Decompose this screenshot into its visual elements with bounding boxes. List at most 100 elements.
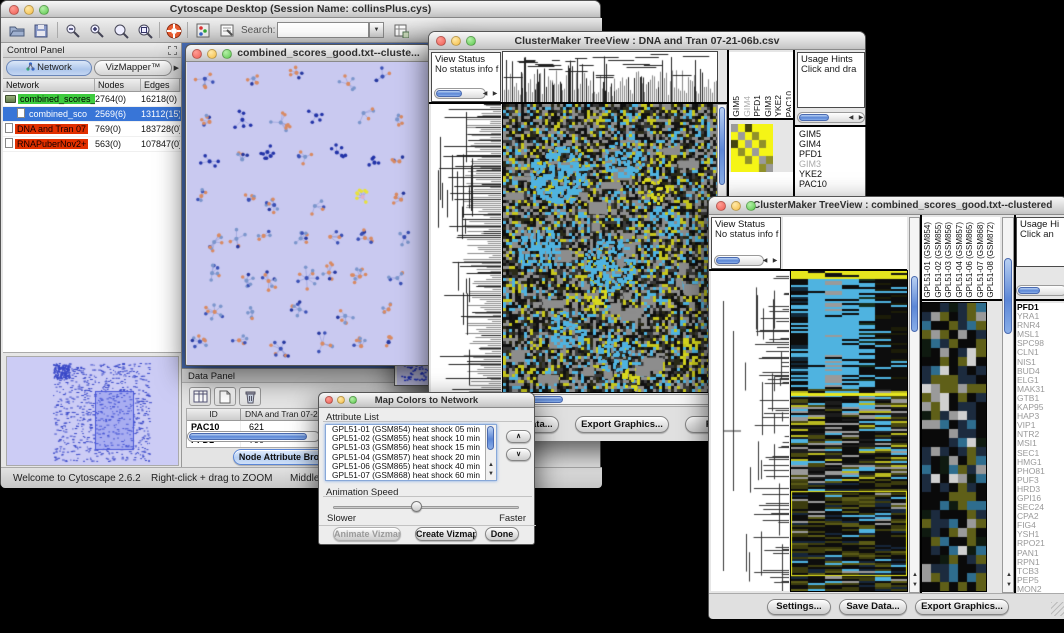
animation-speed-slider-track[interactable] bbox=[333, 506, 519, 509]
new-attribute-icon[interactable] bbox=[214, 387, 236, 406]
attribute-list-item[interactable]: GPL51-07 (GSM868) heat shock 60 min bbox=[329, 471, 496, 480]
close-button[interactable] bbox=[325, 396, 333, 404]
column-label[interactable]: GPL51-01 (GSM854) bbox=[923, 222, 934, 298]
help-lifering-icon[interactable] bbox=[164, 21, 184, 40]
row-label[interactable]: GIM4 bbox=[799, 139, 859, 149]
usage-hints-scrollbar[interactable]: ◀ ▶ bbox=[797, 112, 865, 123]
treeview2-titlebar[interactable]: ClusterMaker TreeView : combined_scores_… bbox=[709, 197, 1064, 215]
column-label[interactable]: YKE2 bbox=[773, 95, 784, 117]
float-panel-icon[interactable] bbox=[168, 46, 177, 55]
attr-col-id[interactable]: ID bbox=[187, 409, 241, 420]
scroll-left-arrow[interactable]: ◀ bbox=[760, 257, 770, 266]
minimize-button[interactable] bbox=[731, 201, 741, 211]
dialog-titlebar[interactable]: Map Colors to Network bbox=[319, 393, 534, 408]
column-label[interactable]: GPL51-08 (GSM872) bbox=[986, 222, 997, 298]
treeview2-button[interactable]: Export Graphics... bbox=[915, 599, 1009, 615]
animation-speed-slider-thumb[interactable] bbox=[411, 501, 422, 512]
move-up-button[interactable]: ∧ bbox=[506, 430, 531, 443]
row-label[interactable]: GIM5 bbox=[799, 129, 859, 139]
row-label[interactable]: GIM3 bbox=[799, 159, 859, 169]
open-file-button[interactable] bbox=[7, 21, 27, 40]
zoom-button[interactable] bbox=[466, 36, 476, 46]
dialog-button[interactable]: Animate Vizmap bbox=[333, 527, 401, 541]
treeview2-row-dendrogram[interactable] bbox=[711, 271, 789, 591]
scroll-down-arrow[interactable]: ▼ bbox=[910, 581, 920, 590]
treeview2-button[interactable]: Save Data... bbox=[839, 599, 907, 615]
search-options-icon[interactable] bbox=[391, 21, 411, 40]
scroll-up-arrow[interactable]: ▲ bbox=[910, 571, 920, 580]
attribute-list-scrollbar[interactable]: ▲ ▼ bbox=[485, 425, 496, 480]
column-label[interactable]: PAC10 bbox=[784, 91, 792, 117]
main-titlebar[interactable]: Cytoscape Desktop (Session Name: collins… bbox=[1, 1, 600, 18]
scroll-right-arrow[interactable]: ▶ bbox=[490, 90, 500, 99]
column-label[interactable]: GPL51-04 (GSM857) bbox=[955, 222, 966, 298]
column-label[interactable]: GPL51-02 (GSM855) bbox=[934, 222, 945, 298]
minimize-button[interactable] bbox=[451, 36, 461, 46]
treeview1-button[interactable]: Export Graphics... bbox=[575, 416, 669, 433]
scroll-left-arrow[interactable]: ◀ bbox=[480, 90, 490, 99]
column-label[interactable]: GIM3 bbox=[763, 96, 774, 117]
annotation-icon[interactable] bbox=[217, 21, 237, 40]
close-button[interactable] bbox=[716, 201, 726, 211]
data-panel-hscrollbar-thumb[interactable] bbox=[189, 433, 307, 440]
dialog-button[interactable]: Done bbox=[485, 527, 519, 541]
treeview1-titlebar[interactable]: ClusterMaker TreeView : DNA and Tran 07-… bbox=[429, 32, 865, 50]
data-panel-hscrollbar[interactable] bbox=[187, 431, 320, 442]
minimize-button[interactable] bbox=[337, 396, 345, 404]
close-button[interactable] bbox=[436, 36, 446, 46]
close-button[interactable] bbox=[192, 49, 202, 59]
zoom-button[interactable] bbox=[349, 396, 357, 404]
column-label[interactable]: GIM4 bbox=[742, 96, 753, 117]
network-table-row[interactable]: RNAPuberNov2+ 563(0) 107847(0) bbox=[3, 137, 181, 152]
row-label[interactable]: YKE2 bbox=[799, 169, 859, 179]
birdseye-overview-canvas[interactable] bbox=[7, 357, 178, 465]
scroll-down-arrow[interactable]: ▼ bbox=[1004, 581, 1014, 590]
zoom-button[interactable] bbox=[222, 49, 232, 59]
search-dropdown-button[interactable]: ▼ bbox=[369, 22, 384, 38]
column-label[interactable]: PFD1 bbox=[752, 95, 763, 117]
view-status-scrollbar[interactable] bbox=[714, 255, 764, 266]
dialog-button[interactable]: Create Vizmap bbox=[415, 527, 477, 541]
treeview2-detail-vscrollbar-thumb[interactable] bbox=[1004, 258, 1012, 334]
minimize-button[interactable] bbox=[24, 5, 34, 15]
delete-attribute-trash-icon[interactable] bbox=[239, 387, 261, 406]
resize-grip[interactable] bbox=[1051, 602, 1064, 616]
network-table-row[interactable]: combined_sco 2569(6) 13112(15) bbox=[3, 107, 181, 122]
scroll-up-arrow[interactable]: ▲ bbox=[486, 461, 496, 470]
tab-vizmapper[interactable]: VizMapper™ bbox=[94, 60, 172, 76]
close-button[interactable] bbox=[9, 5, 19, 15]
network-table-row[interactable]: DNA and Tran 07 769(0) 183728(0) bbox=[3, 122, 181, 137]
treeview2-detail-vscrollbar[interactable]: ▲ ▼ bbox=[1002, 217, 1014, 593]
treeview2-detail-heatmap[interactable] bbox=[922, 303, 986, 591]
treeview1-heatmap[interactable] bbox=[503, 104, 717, 392]
column-label[interactable]: GPL51-06 (GSM865) bbox=[965, 222, 976, 298]
scroll-up-arrow[interactable]: ▲ bbox=[1004, 571, 1014, 580]
usage-hints-scrollbar[interactable] bbox=[1016, 285, 1064, 296]
treeview1-row-dendrogram[interactable] bbox=[431, 104, 501, 392]
tab-network[interactable]: Network bbox=[6, 60, 92, 76]
column-label[interactable]: GPL51-03 (GSM856) bbox=[944, 222, 955, 298]
network-table-row[interactable]: combined_scores_ 2764(0) 16218(0) bbox=[3, 92, 181, 107]
treeview1-hscrollbar[interactable] bbox=[503, 394, 717, 405]
zoom-fit-icon[interactable] bbox=[135, 21, 155, 40]
search-input[interactable] bbox=[277, 22, 369, 38]
treeview1-correlation-matrix[interactable] bbox=[731, 124, 773, 172]
view-status-scrollbar[interactable] bbox=[434, 88, 486, 99]
treeview2-button[interactable]: Settings... bbox=[767, 599, 831, 615]
treeview1-vscrollbar-thumb[interactable] bbox=[719, 107, 725, 185]
zoom-selected-icon[interactable] bbox=[111, 21, 131, 40]
more-tabs-icon[interactable]: ▶ bbox=[174, 64, 179, 72]
scroll-down-arrow[interactable]: ▼ bbox=[486, 470, 496, 479]
row-label[interactable]: PAC10 bbox=[799, 179, 859, 189]
treeview1-column-dendrogram[interactable] bbox=[503, 52, 717, 102]
column-label[interactable]: GIM5 bbox=[731, 96, 742, 117]
attribute-list-scrollbar-thumb[interactable] bbox=[487, 426, 494, 450]
treeview2-vscrollbar[interactable]: ▲ ▼ bbox=[909, 217, 920, 593]
column-label[interactable]: GPL51-07 (GSM868) bbox=[976, 222, 987, 298]
zoom-out-icon[interactable] bbox=[63, 21, 83, 40]
scroll-left-arrow[interactable]: ◀ bbox=[846, 114, 856, 123]
vizmapper-icon[interactable] bbox=[193, 21, 213, 40]
save-button[interactable] bbox=[31, 21, 51, 40]
treeview2-heatmap[interactable] bbox=[791, 271, 907, 591]
network-view-canvas[interactable] bbox=[187, 62, 430, 365]
